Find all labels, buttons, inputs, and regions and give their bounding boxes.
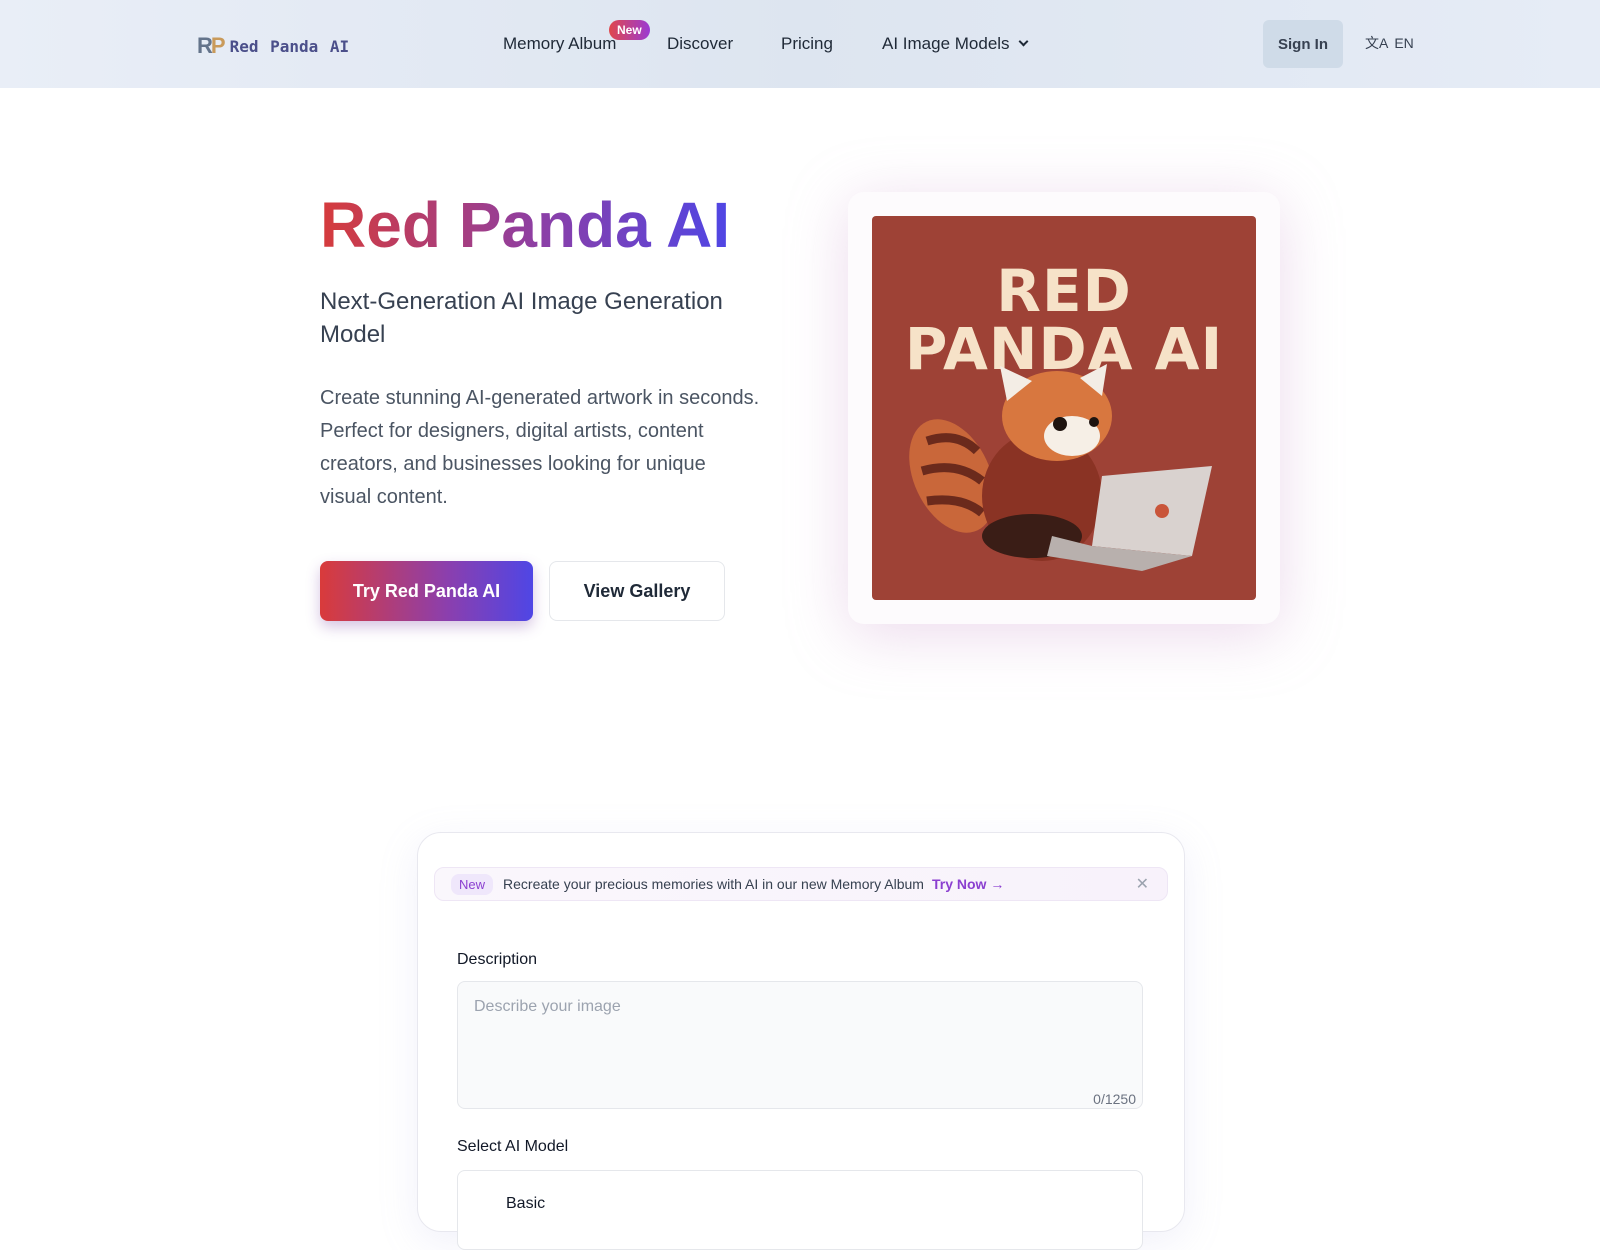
logo-mark: RP xyxy=(197,33,226,58)
language-switcher[interactable]: 文A EN xyxy=(1365,33,1414,53)
nav-discover[interactable]: Discover xyxy=(667,34,733,54)
nav-ai-image-models-label: AI Image Models xyxy=(882,34,1010,53)
hero-image-card: RED PANDA AI xyxy=(848,192,1280,624)
description-input[interactable] xyxy=(457,981,1143,1109)
nav-ai-image-models[interactable]: AI Image Models xyxy=(882,34,1029,54)
try-red-panda-button[interactable]: Try Red Panda AI xyxy=(320,561,533,621)
new-badge: New xyxy=(609,20,650,40)
translate-icon: 文A xyxy=(1365,35,1389,51)
model-label: Select AI Model xyxy=(457,1138,569,1155)
hero-subtitle: Next-Generation AI Image Generation Mode… xyxy=(320,288,723,348)
top-nav: RP Red Panda AI Memory Album New Discove… xyxy=(0,0,1600,88)
logo[interactable]: RP Red Panda AI xyxy=(197,33,349,59)
nav-memory-album[interactable]: Memory Album xyxy=(503,34,616,54)
hero-title: Red Panda AI xyxy=(320,189,731,261)
char-count: 0/1250 xyxy=(1093,1091,1136,1107)
model-option-label: Basic xyxy=(506,1195,546,1212)
nav-pricing[interactable]: Pricing xyxy=(781,34,833,54)
hero-description: Create stunning AI-generated artwork in … xyxy=(320,387,760,508)
chevron-down-icon xyxy=(1018,36,1029,47)
red-panda-drawing xyxy=(909,364,1212,571)
view-gallery-button[interactable]: View Gallery xyxy=(549,561,725,621)
banner-try-now-link[interactable]: Try Now → xyxy=(932,876,1004,892)
description-label: Description xyxy=(457,951,538,968)
close-icon[interactable]: ✕ xyxy=(1136,874,1149,894)
logo-text: Red Panda AI xyxy=(229,36,350,56)
generator-panel: New Recreate your precious memories with… xyxy=(417,832,1185,1250)
memory-album-banner: New Recreate your precious memories with… xyxy=(434,867,1168,901)
model-option-basic[interactable]: Basic xyxy=(457,1170,1143,1250)
sign-in-button[interactable]: Sign In xyxy=(1263,20,1343,68)
banner-text: Recreate your precious memories with AI … xyxy=(503,876,924,892)
banner-new-tag: New xyxy=(451,873,494,895)
language-code: EN xyxy=(1394,35,1414,51)
red-panda-illustration: RED PANDA AI xyxy=(872,216,1256,600)
